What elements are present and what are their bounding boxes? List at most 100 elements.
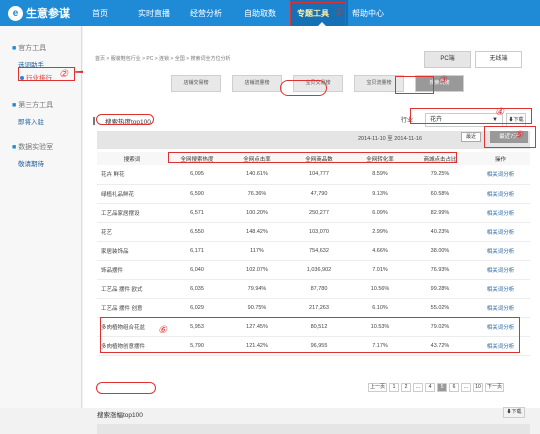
- lower-download-button[interactable]: ⬇下载: [503, 407, 525, 418]
- previous-page-button[interactable]: 上一页: [368, 383, 388, 392]
- metric-cell: 6,040: [167, 260, 227, 280]
- related-word-analysis-link[interactable]: 相关词分析: [471, 222, 530, 242]
- table-row: 花卉 鲜花 6,095 140.61% 104,777 8.59% 79.25% 相关词分析: [97, 165, 530, 185]
- metric-cell: 87,780: [287, 279, 351, 299]
- page-2-button[interactable]: 2: [401, 383, 412, 392]
- callout-box-4: [410, 108, 532, 124]
- metric-cell: 6.10%: [351, 298, 409, 318]
- top-nav-bar: e 生意参谋 首页 实时直播 经营分析 自助取数 专题工具 帮助中心: [0, 0, 540, 26]
- tab-pc[interactable]: PC端: [424, 51, 471, 68]
- related-word-analysis-link[interactable]: 相关词分析: [471, 203, 530, 223]
- keyword-cell: 花卉 鲜花: [97, 165, 167, 185]
- next-page-button[interactable]: 下一页: [485, 383, 505, 392]
- tab-store-traffic[interactable]: 店铺流量榜: [232, 75, 282, 92]
- metric-cell: 103,070: [287, 222, 351, 242]
- nav-help-center[interactable]: 帮助中心: [352, 8, 384, 19]
- table-header-keyword[interactable]: 搜索词: [97, 152, 167, 165]
- tab-wireless[interactable]: 无线端: [475, 51, 522, 68]
- annotation-number-3: ③: [438, 75, 447, 86]
- sidebar-item-stay-tuned[interactable]: 敬请期待: [18, 158, 44, 168]
- metric-cell: 99.28%: [409, 279, 471, 299]
- pagination-ellipsis-2: ...: [461, 383, 472, 392]
- sidebar-title-third-party: ■ 第三方工具: [12, 102, 54, 109]
- metric-cell: 38.00%: [409, 241, 471, 261]
- metric-cell: 10.56%: [351, 279, 409, 299]
- metric-cell: 60.58%: [409, 184, 471, 204]
- keyword-cell: 绿植礼品鲜花: [97, 184, 167, 204]
- metric-cell: 79.25%: [409, 165, 471, 185]
- sidebar-title-official-tools: ■ 官方工具: [12, 45, 47, 52]
- related-word-analysis-link[interactable]: 相关词分析: [471, 184, 530, 204]
- logo-icon: e: [8, 5, 23, 21]
- related-word-analysis-link[interactable]: 相关词分析: [471, 298, 530, 318]
- metric-cell: 6,571: [167, 203, 227, 223]
- keyword-cell: 花艺: [97, 222, 167, 242]
- annotation-number-4: ④: [495, 107, 504, 118]
- metric-cell: 7.01%: [351, 260, 409, 280]
- metric-cell: 76.93%: [409, 260, 471, 280]
- nav-business-analysis[interactable]: 经营分析: [190, 8, 222, 19]
- table-header-actions: 操作: [471, 152, 530, 165]
- callout-box-metrics: [168, 152, 457, 163]
- keyword-cell: 饰品摆件: [97, 260, 167, 280]
- table-row: 花艺 6,550 148.42% 103,070 2.99% 40.23% 相关词分析: [97, 222, 530, 242]
- page-10-button[interactable]: 10: [473, 383, 484, 392]
- metric-cell: 76.36%: [227, 184, 287, 204]
- metric-cell: 6,095: [167, 165, 227, 185]
- metric-cell: 140.61%: [227, 165, 287, 185]
- metric-cell: 6.09%: [351, 203, 409, 223]
- related-word-analysis-link[interactable]: 相关词分析: [471, 279, 530, 299]
- related-word-analysis-link[interactable]: 相关词分析: [471, 241, 530, 261]
- date-shortcut-button[interactable]: 最近: [461, 132, 481, 142]
- page-4-button[interactable]: 4: [425, 383, 436, 392]
- pagination-ellipsis: ...: [413, 383, 424, 392]
- keyword-cell: 工艺品 摆件 欧式: [97, 279, 167, 299]
- metric-cell: 2.99%: [351, 222, 409, 242]
- section-title-search-growth: 搜索涨幅top100: [97, 412, 143, 419]
- metric-cell: 82.99%: [409, 203, 471, 223]
- table-row: 工艺品 摆件 创意 6,029 90.75% 217,263 6.10% 55.02% 相关…: [97, 298, 530, 318]
- sidebar-title-data-lab: ■ 数据实验室: [12, 144, 54, 151]
- metric-cell: 6,029: [167, 298, 227, 318]
- metric-cell: 102.07%: [227, 260, 287, 280]
- table-row: 工艺品家居摆设 6,571 100.20% 250,277 6.09% 82.99% 相关词…: [97, 203, 530, 223]
- metric-cell: 6,590: [167, 184, 227, 204]
- metric-cell: 100.20%: [227, 203, 287, 223]
- brand-name: 生意参谋: [26, 8, 70, 20]
- annotation-number-2: ②: [59, 69, 68, 80]
- metric-cell: 40.23%: [409, 222, 471, 242]
- related-word-analysis-link[interactable]: 相关词分析: [471, 260, 530, 280]
- metric-cell: 117%: [227, 241, 287, 261]
- page-1-button[interactable]: 1: [389, 383, 400, 392]
- metric-cell: 6,171: [167, 241, 227, 261]
- nav-self-query[interactable]: 自助取数: [244, 8, 276, 19]
- related-word-analysis-link[interactable]: 相关词分析: [471, 165, 530, 185]
- left-sidebar: ■ 官方工具 选词助手 行业排行 ■ 第三方工具 即将入驻 ■ 数据实验室 敬请…: [0, 26, 82, 408]
- lower-date-bar: [97, 424, 530, 434]
- pagination: 上一页 1 2 ... 4 5 6 ... 10 下一页: [368, 383, 505, 392]
- date-range-text: 2014-11-10 至 2014-11-16: [358, 136, 423, 142]
- page-6-button[interactable]: 6: [449, 383, 460, 392]
- metric-cell: 47,790: [287, 184, 351, 204]
- sidebar-item-coming-soon[interactable]: 即将入驻: [18, 116, 44, 126]
- tab-store-transactions[interactable]: 店铺交易榜: [171, 75, 221, 92]
- metric-cell: 79.94%: [227, 279, 287, 299]
- page-5-button[interactable]: 5: [437, 383, 448, 392]
- metric-cell: 754,632: [287, 241, 351, 261]
- annotation-number-6: ⑥: [158, 325, 167, 336]
- nav-live[interactable]: 实时直播: [138, 8, 170, 19]
- callout-box-selected-tab: [280, 80, 327, 96]
- breadcrumb: 首页 > 服装鞋包行业 > PC > 连锁 > 全国 > 搜索词全方位分析: [95, 56, 231, 62]
- brand-logo[interactable]: e 生意参谋: [8, 5, 70, 21]
- metric-cell: 1,036,902: [287, 260, 351, 280]
- keyword-cell: 工艺品 摆件 创意: [97, 298, 167, 318]
- metric-cell: 250,277: [287, 203, 351, 223]
- callout-box-search-growth-title: [96, 382, 156, 394]
- metric-cell: 6,550: [167, 222, 227, 242]
- keyword-cell: 家居装饰品: [97, 241, 167, 261]
- metric-cell: 8.59%: [351, 165, 409, 185]
- nav-home[interactable]: 首页: [92, 8, 108, 19]
- metric-cell: 148.42%: [227, 222, 287, 242]
- annotation-number-5: ⑤: [514, 130, 523, 141]
- metric-cell: 217,263: [287, 298, 351, 318]
